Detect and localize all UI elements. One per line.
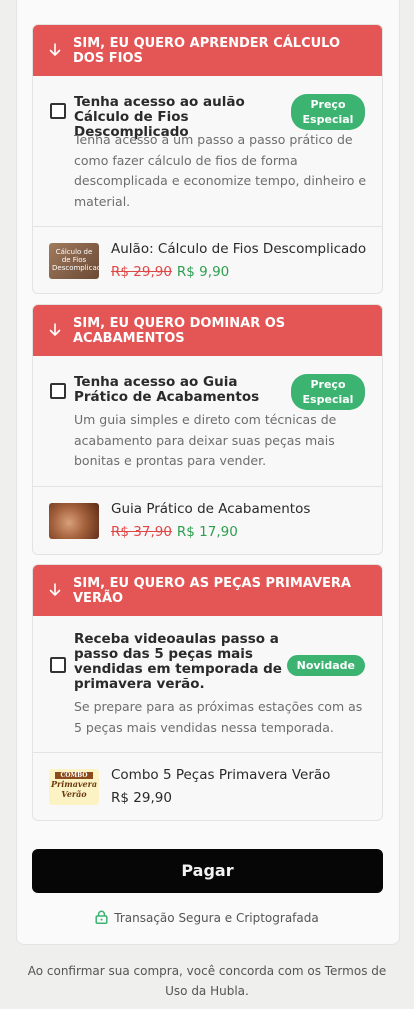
- order-bump-header[interactable]: SIM, EU QUERO DOMINAR OS ACABAMENTOS: [33, 305, 382, 356]
- order-bump-description: Um guia simples e direto com técnicas de…: [74, 412, 337, 468]
- order-bump-calculo: SIM, EU QUERO APRENDER CÁLCULO DOS FIOS …: [32, 24, 383, 294]
- product-name: Aulão: Cálculo de Fios Descomplicado: [111, 241, 367, 257]
- order-bump-body: Tenha acesso ao aulão Cálculo de Fios De…: [33, 76, 382, 227]
- secure-text: Transação Segura e Criptografada: [114, 911, 319, 925]
- product-prices: R$ 37,90 R$ 17,90: [111, 524, 238, 540]
- order-bump-description: Se prepare para as próximas estações com…: [74, 699, 363, 735]
- order-bump-product: COMBO Primavera Verão Combo 5 Peças Prim…: [33, 753, 382, 820]
- order-bump-checkbox[interactable]: [50, 103, 66, 119]
- order-bump-description: Tenha acesso à um passo a passo prático …: [74, 132, 367, 209]
- thumbnail-line-2: Primavera: [50, 779, 98, 789]
- thumbnail-line-1: COMBO: [55, 772, 93, 779]
- product-prices: R$ 29,90: [111, 790, 172, 806]
- order-bump-header-text: SIM, EU QUERO AS PEÇAS PRIMAVERA VERÃO: [73, 576, 351, 606]
- order-bump-title: Tenha acesso ao Guia Prático de Acabamen…: [74, 374, 260, 405]
- thumbnail-caption: Cálculo de de Fios Descomplicado: [52, 248, 99, 272]
- order-bump-checkbox[interactable]: [50, 657, 66, 673]
- product-price: R$ 29,90: [111, 790, 172, 806]
- special-price-badge: Preço Especial: [291, 94, 365, 130]
- new-price: R$ 17,90: [176, 524, 238, 540]
- old-price: R$ 29,90: [111, 264, 172, 280]
- new-price: R$ 9,90: [176, 264, 230, 280]
- order-bump-header[interactable]: SIM, EU QUERO APRENDER CÁLCULO DOS FIOS: [33, 25, 382, 76]
- order-bump-header-text: SIM, EU QUERO APRENDER CÁLCULO DOS FIOS: [73, 36, 341, 66]
- secure-transaction-note: Transação Segura e Criptografada: [0, 910, 414, 925]
- old-price: R$ 37,90: [111, 524, 172, 540]
- order-bump-body: Receba videoaulas passo a passo das 5 pe…: [33, 616, 382, 753]
- product-thumbnail: COMBO Primavera Verão: [49, 769, 99, 805]
- new-badge: Novidade: [286, 655, 365, 676]
- arrow-down-icon: [49, 43, 61, 56]
- order-bump-header-text: SIM, EU QUERO DOMINAR OS ACABAMENTOS: [73, 316, 286, 346]
- arrow-down-icon: [49, 323, 61, 336]
- order-bump-title: Receba videoaulas passo a passo das 5 pe…: [74, 631, 282, 692]
- order-bump-product: Guia Prático de Acabamentos R$ 37,90 R$ 1…: [33, 487, 382, 554]
- product-thumbnail: [49, 503, 99, 539]
- pay-button[interactable]: Pagar: [32, 849, 383, 893]
- order-bump-checkbox[interactable]: [50, 383, 66, 399]
- product-prices: R$ 29,90 R$ 9,90: [111, 264, 229, 280]
- terms-notice: Ao confirmar sua compra, você concorda c…: [27, 964, 387, 998]
- product-name: Combo 5 Peças Primavera Verão: [111, 767, 331, 783]
- order-bump-header[interactable]: SIM, EU QUERO AS PEÇAS PRIMAVERA VERÃO: [33, 565, 382, 616]
- order-bump-product: Cálculo de de Fios Descomplicado Aulão: …: [33, 227, 382, 293]
- order-bump-primavera-verao: SIM, EU QUERO AS PEÇAS PRIMAVERA VERÃO R…: [32, 564, 383, 821]
- thumbnail-line-3: Verão: [61, 789, 87, 799]
- order-bump-acabamentos: SIM, EU QUERO DOMINAR OS ACABAMENTOS Ten…: [32, 304, 383, 555]
- special-price-badge: Preço Especial: [291, 374, 365, 410]
- order-bump-body: Tenha acesso ao Guia Prático de Acabamen…: [33, 356, 382, 487]
- lock-icon: [95, 910, 108, 924]
- product-thumbnail: Cálculo de de Fios Descomplicado: [49, 243, 99, 279]
- arrow-down-icon: [49, 583, 61, 596]
- product-name: Guia Prático de Acabamentos: [111, 501, 311, 517]
